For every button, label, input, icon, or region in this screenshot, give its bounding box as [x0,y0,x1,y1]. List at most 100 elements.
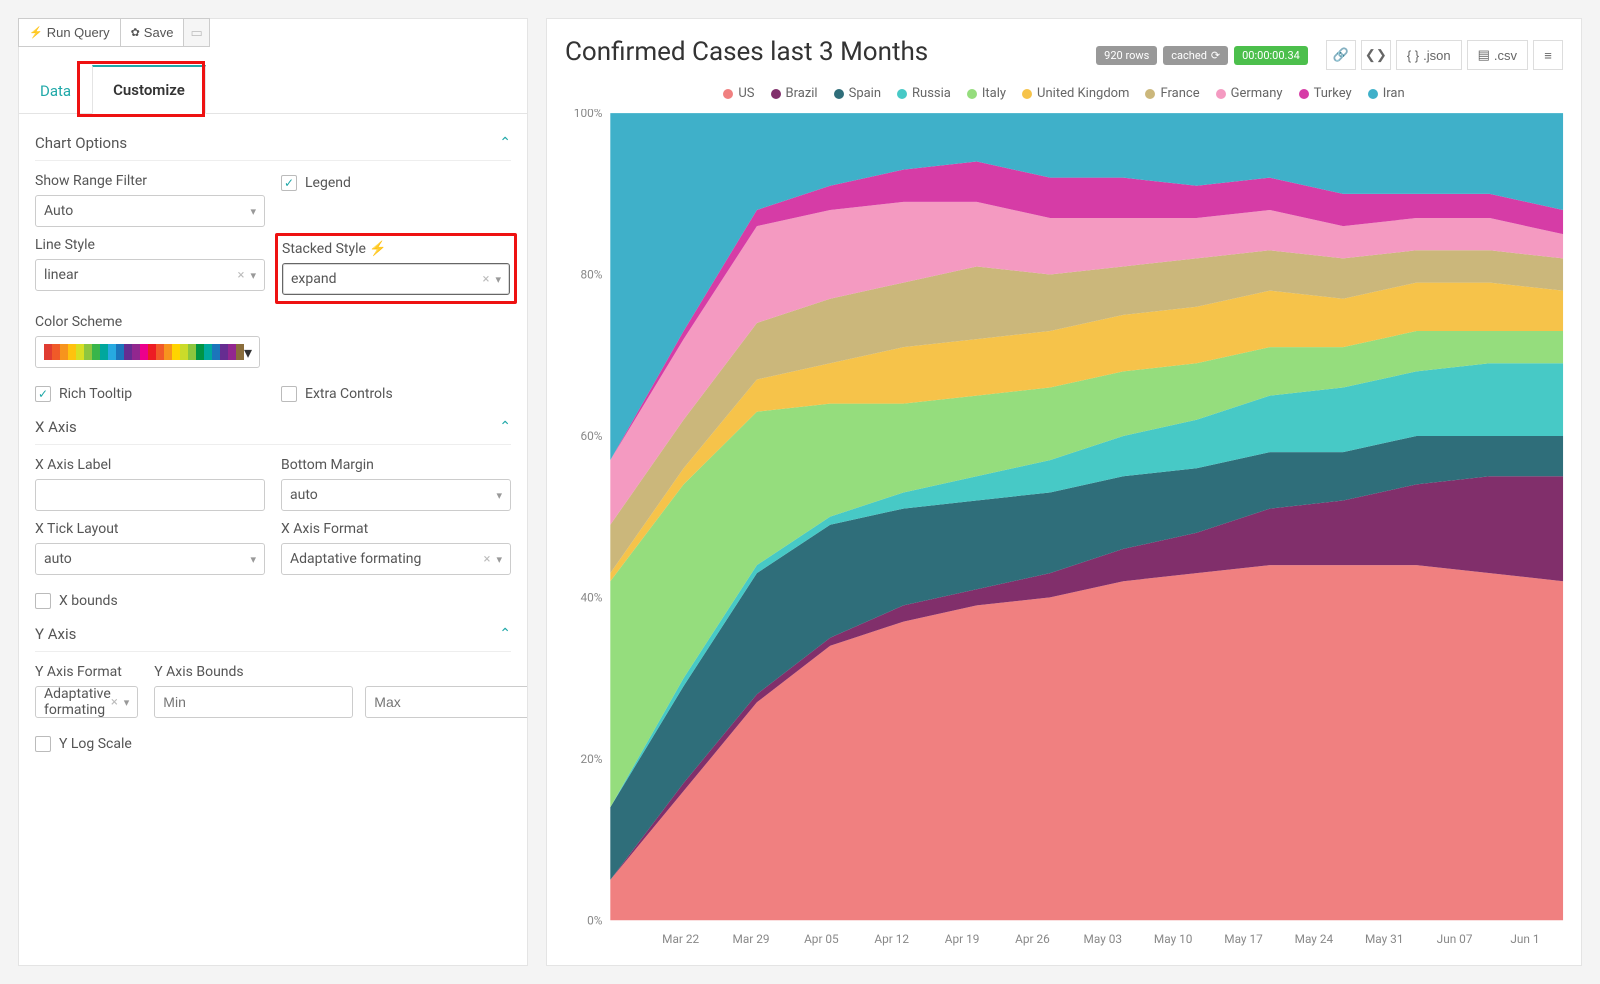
legend-item[interactable]: Italy [967,86,1006,101]
embed-button[interactable]: ❮❯ [1361,40,1391,70]
link-button[interactable]: 🔗 [1326,40,1356,70]
y-axis-format-select[interactable]: Adaptative formating ×▾ [35,686,138,718]
bottom-margin-select[interactable]: auto ▾ [281,479,511,511]
legend-label: Turkey [1314,86,1352,101]
clear-icon[interactable]: × [111,695,118,710]
color-swatch [156,344,164,360]
chevron-down-icon: ▾ [244,343,252,362]
section-title-y-axis: Y Axis [35,625,76,643]
show-range-filter-select[interactable]: Auto ▾ [35,195,265,227]
color-swatch [124,344,132,360]
section-header-y-axis[interactable]: Y Axis ⌃ [35,615,511,652]
x-bounds-checkbox[interactable]: X bounds [35,593,265,609]
color-scheme-select[interactable]: ▾ [35,336,260,368]
bottom-margin-value: auto [290,487,318,503]
svg-text:20%: 20% [580,752,602,766]
cached-pill[interactable]: cached⟳ [1163,46,1228,65]
x-tick-layout-select[interactable]: auto ▾ [35,543,265,575]
show-range-filter-value: Auto [44,203,73,219]
line-style-select[interactable]: linear × ▾ [35,259,265,291]
legend-item[interactable]: Russia [897,86,951,101]
chevron-down-icon: ▾ [496,489,502,502]
svg-text:May 31: May 31 [1365,932,1404,946]
legend-item[interactable]: Turkey [1299,86,1352,101]
y-log-scale-checkbox[interactable]: Y Log Scale [35,736,265,752]
section-header-x-axis[interactable]: X Axis ⌃ [35,408,511,445]
legend-label: Spain [849,86,881,101]
color-swatch [148,344,156,360]
legend-label: United Kingdom [1037,86,1129,101]
extra-controls-checkbox[interactable]: Extra Controls [281,386,511,402]
json-icon: { } [1407,48,1419,63]
chevron-up-icon: ⌃ [499,135,511,151]
x-tick-layout-value: auto [44,551,72,567]
color-swatch [164,344,172,360]
section-title-x-axis: X Axis [35,418,77,436]
stacked-style-select[interactable]: expand ×▾ [282,263,510,295]
tab-data[interactable]: Data [19,67,92,114]
checkbox-empty-icon [35,736,51,752]
svg-text:May 24: May 24 [1295,932,1334,946]
y-axis-min-input[interactable] [154,686,353,718]
y-axis-format-label: Y Axis Format [35,664,138,680]
x-axis-format-value: Adaptative formating [290,551,421,567]
export-json-button[interactable]: { }.json [1396,40,1462,70]
bolt-icon: ⚡ [369,241,386,257]
color-swatch [60,344,68,360]
tab-customize[interactable]: Customize [92,65,206,114]
legend-item[interactable]: Germany [1216,86,1283,101]
legend-item[interactable]: United Kingdom [1022,86,1129,101]
run-query-label: Run Query [47,25,110,40]
svg-text:Jun 1: Jun 1 [1510,932,1539,946]
rich-tooltip-checkbox[interactable]: Rich Tooltip [35,386,265,402]
color-swatch [132,344,140,360]
checkbox-empty-icon [35,593,51,609]
legend-dot-icon [1022,89,1032,99]
color-swatch [92,344,100,360]
x-axis-format-select[interactable]: Adaptative formating ×▾ [281,543,511,575]
x-axis-label-input[interactable] [35,479,265,511]
refresh-icon: ⟳ [1211,49,1220,62]
x-tick-layout-label: X Tick Layout [35,521,265,537]
extra-toolbar-button[interactable]: ▭ [184,18,209,47]
clear-icon[interactable]: × [484,552,491,567]
menu-button[interactable]: ≡ [1533,40,1563,70]
save-button[interactable]: ✿Save [121,18,185,47]
chevron-down-icon: ▾ [250,269,256,282]
legend-dot-icon [723,89,733,99]
legend-dot-icon [897,89,907,99]
annotation-box-stacked-style: Stacked Style ⚡ expand ×▾ [275,233,517,304]
legend-checkbox[interactable]: Legend [281,175,511,191]
y-axis-max-input[interactable] [365,686,527,718]
right-panel: Confirmed Cases last 3 Months 920 rows c… [546,18,1582,966]
check-icon [35,386,51,402]
x-axis-label-label: X Axis Label [35,457,265,473]
line-style-value: linear [44,267,78,283]
svg-text:80%: 80% [580,267,602,281]
legend-item[interactable]: Spain [834,86,881,101]
extra-controls-label: Extra Controls [305,386,393,402]
svg-text:May 17: May 17 [1224,932,1263,946]
legend-item[interactable]: Iran [1368,86,1405,101]
svg-text:Mar 22: Mar 22 [662,932,699,946]
run-query-button[interactable]: ⚡Run Query [18,18,121,47]
svg-text:Apr 19: Apr 19 [945,932,980,946]
bottom-margin-label: Bottom Margin [281,457,511,473]
x-axis-format-label: X Axis Format [281,521,511,537]
legend-item[interactable]: US [723,86,754,101]
legend-item[interactable]: France [1145,86,1199,101]
chart-plot[interactable]: 0%20%40%60%80%100%Mar 22Mar 29Apr 05Apr … [561,109,1567,951]
color-swatch [84,344,92,360]
y-axis-bounds-label: Y Axis Bounds [154,664,527,680]
chart-title: Confirmed Cases last 3 Months [565,37,928,67]
check-icon [281,175,297,191]
color-swatch [212,344,220,360]
export-csv-button[interactable]: ▤.csv [1467,40,1528,70]
section-header-chart-options[interactable]: Chart Options ⌃ [35,124,511,161]
color-swatch [68,344,76,360]
clear-icon[interactable]: × [238,268,245,283]
color-swatch [188,344,196,360]
clear-icon[interactable]: × [483,272,490,287]
hamburger-icon: ≡ [1544,48,1552,63]
legend-item[interactable]: Brazil [771,86,818,101]
